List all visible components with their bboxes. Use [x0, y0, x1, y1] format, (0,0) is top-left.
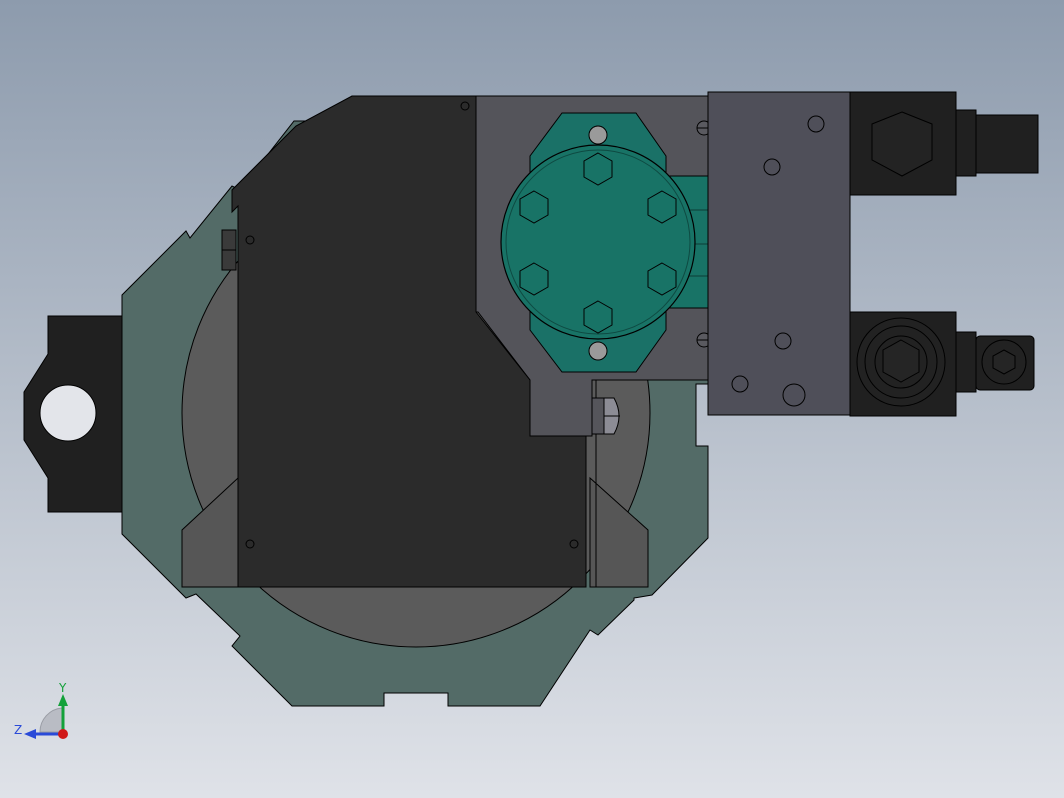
flange-bolt-hole-icon: [588, 125, 608, 145]
block-screw-icon: [245, 539, 255, 549]
flange-bolt-hole-icon: [588, 341, 608, 361]
valve-manifold[interactable]: [707, 91, 851, 416]
block-screw-icon: [569, 539, 579, 549]
block-screw-icon: [460, 101, 470, 111]
y-axis-label: Y: [58, 681, 67, 695]
lug-hole: [39, 384, 97, 442]
block-screw-icon: [245, 235, 255, 245]
side-bolt[interactable]: [591, 397, 620, 435]
cad-viewport[interactable]: Y Z: [0, 0, 1064, 798]
z-axis-label: Z: [14, 723, 22, 737]
x-axis-dot-icon: [58, 729, 68, 739]
